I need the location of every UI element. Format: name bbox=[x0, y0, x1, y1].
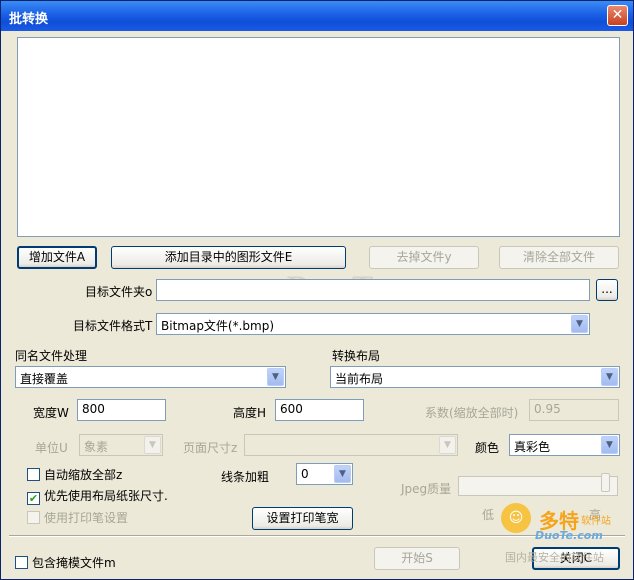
title-bar[interactable]: 批转换 ✕ bbox=[1, 1, 633, 31]
use-print-pen-checkbox[interactable]: 使用打印笔设置 bbox=[27, 509, 128, 526]
layout-label: 转换布局 bbox=[332, 349, 381, 363]
layout-select[interactable]: 当前布局 ▼ bbox=[330, 366, 620, 388]
use-print-pen-label: 使用打印笔设置 bbox=[44, 511, 129, 525]
auto-scale-checkbox[interactable]: 自动缩放全部z bbox=[27, 466, 122, 483]
chevron-down-icon[interactable]: ▼ bbox=[601, 436, 618, 454]
checkbox-box[interactable] bbox=[27, 511, 40, 524]
color-label: 颜色 bbox=[475, 441, 500, 455]
color-value: 真彩色 bbox=[514, 440, 551, 454]
same-name-value: 直接覆盖 bbox=[20, 372, 69, 386]
batch-convert-dialog: 批转换 ✕ 增加文件A 添加目录中的图形文件E 去掉文件y 清除全部文件 www… bbox=[0, 0, 634, 580]
slider-thumb[interactable] bbox=[601, 473, 610, 492]
target-format-select[interactable]: Bitmap文件(*.bmp) ▼ bbox=[156, 313, 590, 335]
checkmark-icon[interactable]: ✔ bbox=[27, 492, 40, 505]
slider-track bbox=[458, 476, 618, 496]
color-select[interactable]: 真彩色 ▼ bbox=[509, 434, 620, 456]
jpeg-quality-label: Jpeg质量 bbox=[401, 482, 452, 496]
prefer-layout-paper-checkbox[interactable]: ✔ 优先使用布局纸张尺寸. bbox=[27, 487, 168, 505]
width-label: 宽度W bbox=[33, 406, 69, 420]
unit-value: 象素 bbox=[84, 440, 109, 454]
height-input[interactable]: 600 bbox=[275, 399, 364, 421]
unit-label: 单位U bbox=[35, 441, 68, 455]
logo-brand-sub: 软件站 bbox=[581, 516, 611, 527]
include-template-label: 包含掩模文件m bbox=[32, 556, 116, 570]
line-bold-select[interactable]: 0 ▼ bbox=[296, 463, 353, 485]
height-label: 高度H bbox=[233, 406, 267, 420]
site-logo: ☺ 多特 软件站 DuoTe.com 国内最安全的软件站 bbox=[497, 501, 633, 577]
target-format-label: 目标文件格式T bbox=[73, 319, 153, 333]
target-folder-input[interactable] bbox=[156, 279, 590, 301]
checkbox-box[interactable] bbox=[15, 556, 28, 569]
mascot-icon: ☺ bbox=[501, 503, 531, 533]
chevron-down-icon[interactable]: ▼ bbox=[601, 368, 618, 386]
prefer-layout-paper-label: 优先使用布局纸张尺寸. bbox=[44, 489, 168, 503]
page-size-select[interactable]: ▼ bbox=[244, 434, 458, 456]
remove-file-button[interactable]: 去掉文件y bbox=[369, 246, 479, 269]
logo-url: DuoTe.com bbox=[535, 529, 603, 542]
chevron-down-icon[interactable]: ▼ bbox=[144, 436, 161, 454]
same-name-label: 同名文件处理 bbox=[15, 349, 88, 363]
chevron-down-icon[interactable]: ▼ bbox=[267, 368, 284, 386]
line-bold-label: 线条加粗 bbox=[221, 470, 270, 484]
include-template-checkbox[interactable]: 包含掩模文件m bbox=[15, 554, 116, 571]
coefficient-label: 系数(缩放全部时) bbox=[425, 406, 519, 420]
chevron-down-icon[interactable]: ▼ bbox=[571, 315, 588, 333]
add-file-button[interactable]: 增加文件A bbox=[17, 246, 97, 269]
checkbox-box[interactable] bbox=[27, 468, 40, 481]
jpeg-quality-slider[interactable] bbox=[458, 471, 620, 497]
browse-button[interactable]: ... bbox=[596, 279, 618, 301]
chevron-down-icon[interactable]: ▼ bbox=[334, 465, 351, 483]
close-icon[interactable]: ✕ bbox=[607, 5, 628, 26]
target-format-value: Bitmap文件(*.bmp) bbox=[161, 319, 275, 333]
add-directory-files-button[interactable]: 添加目录中的图形文件E bbox=[111, 246, 346, 269]
chevron-down-icon[interactable]: ▼ bbox=[439, 436, 456, 454]
auto-scale-label: 自动缩放全部z bbox=[44, 468, 123, 482]
logo-slogan: 国内最安全的软件站 bbox=[505, 551, 604, 564]
unit-select[interactable]: 象素 ▼ bbox=[79, 434, 163, 456]
layout-value: 当前布局 bbox=[335, 372, 384, 386]
clear-all-files-button[interactable]: 清除全部文件 bbox=[499, 246, 619, 269]
coefficient-input[interactable]: 0.95 bbox=[529, 399, 619, 421]
width-input[interactable]: 800 bbox=[77, 399, 166, 421]
window-title: 批转换 bbox=[9, 12, 49, 27]
start-button[interactable]: 开始S bbox=[374, 547, 460, 570]
same-name-select[interactable]: 直接覆盖 ▼ bbox=[15, 366, 286, 388]
line-bold-value: 0 bbox=[301, 467, 309, 481]
jpeg-low-label: 低 bbox=[482, 508, 495, 522]
set-pen-width-button[interactable]: 设置打印笔宽 bbox=[252, 507, 353, 530]
file-list[interactable] bbox=[17, 37, 620, 237]
target-folder-label: 目标文件夹o bbox=[85, 285, 153, 299]
page-size-label: 页面尺寸z bbox=[183, 441, 238, 455]
